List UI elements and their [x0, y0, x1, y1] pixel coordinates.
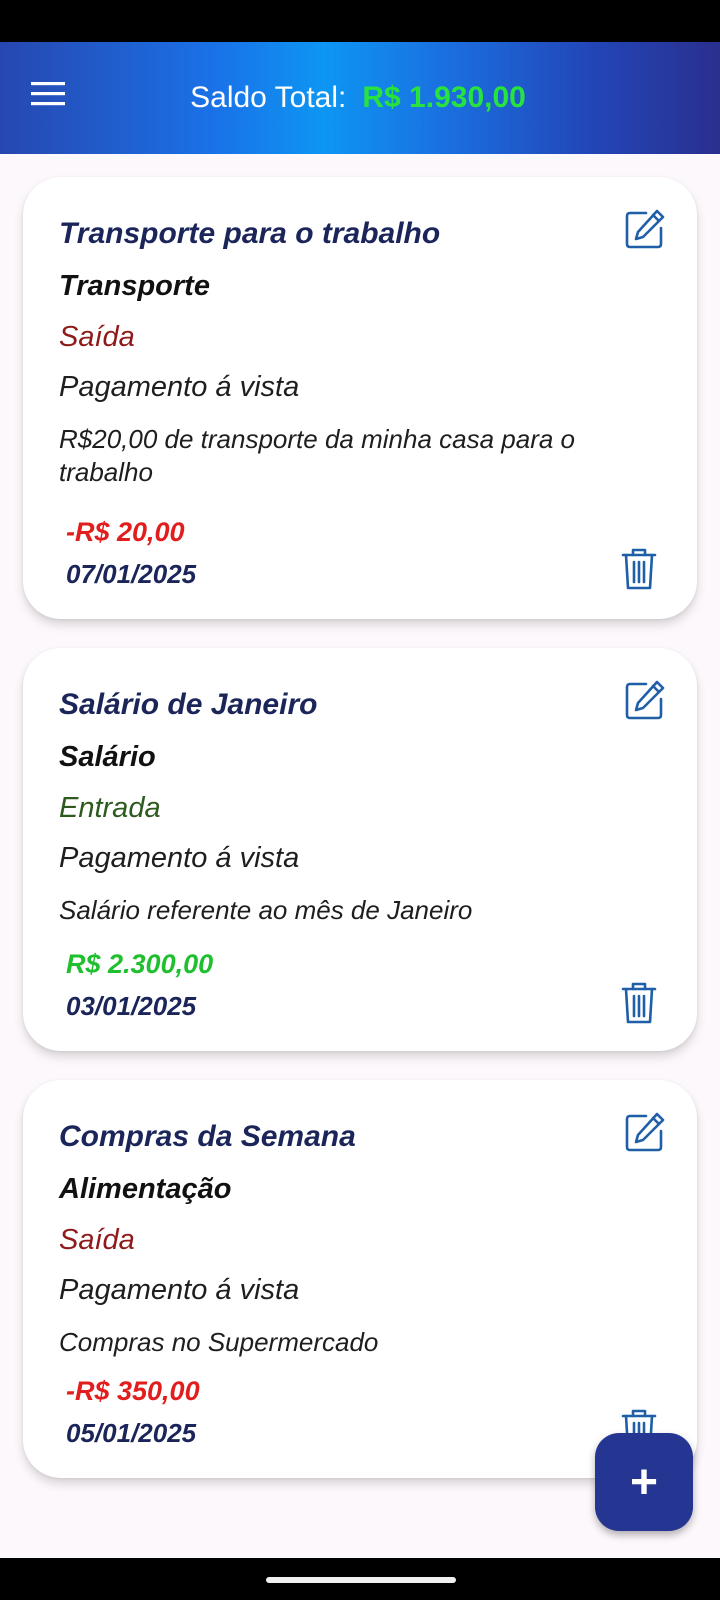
- transaction-category: Salário: [59, 741, 156, 773]
- transaction-card[interactable]: Transporte para o trabalho Transporte Sa…: [23, 177, 697, 619]
- transaction-title: Compras da Semana: [59, 1120, 356, 1153]
- edit-icon: [625, 209, 665, 249]
- transaction-type: Entrada: [59, 792, 161, 824]
- transaction-amount: -R$ 20,00: [66, 517, 185, 547]
- transaction-title: Transporte para o trabalho: [59, 217, 441, 250]
- transaction-amount: R$ 2.300,00: [66, 949, 214, 979]
- trash-icon: [621, 982, 657, 1024]
- transaction-description: Salário referente ao mês de Janeiro: [59, 895, 473, 925]
- edit-icon: [625, 1112, 665, 1152]
- delete-button[interactable]: [617, 544, 661, 594]
- transaction-date: 05/01/2025: [66, 1418, 197, 1448]
- status-bar: [0, 0, 720, 42]
- transaction-category: Alimentação: [59, 1173, 232, 1205]
- transaction-type: Saída: [59, 321, 135, 353]
- transaction-payment: Pagamento á vista: [59, 371, 300, 403]
- edit-button[interactable]: [621, 676, 669, 724]
- transaction-type: Saída: [59, 1224, 135, 1256]
- transaction-category: Transporte: [59, 270, 210, 302]
- add-transaction-button[interactable]: +: [595, 1433, 693, 1531]
- balance-summary: Saldo Total: R$ 1.930,00: [0, 42, 720, 154]
- trash-icon: [621, 548, 657, 590]
- delete-button[interactable]: [617, 978, 661, 1028]
- transaction-payment: Pagamento á vista: [59, 842, 300, 874]
- transaction-payment: Pagamento á vista: [59, 1274, 300, 1306]
- transaction-date: 07/01/2025: [66, 559, 197, 589]
- transaction-card[interactable]: Salário de Janeiro Salário Entrada Pagam…: [23, 648, 697, 1051]
- transaction-title: Salário de Janeiro: [59, 688, 318, 721]
- edit-icon: [625, 680, 665, 720]
- edit-button[interactable]: [621, 1108, 669, 1156]
- app-bar: Saldo Total: R$ 1.930,00: [0, 42, 720, 154]
- transaction-description: R$20,00 de transporte da minha casa para…: [59, 424, 576, 487]
- edit-button[interactable]: [621, 205, 669, 253]
- balance-label: Saldo Total:: [190, 81, 347, 114]
- plus-icon: +: [629, 1455, 659, 1509]
- transaction-amount: -R$ 350,00: [66, 1376, 200, 1406]
- transaction-description: Compras no Supermercado: [59, 1327, 379, 1357]
- transaction-card[interactable]: Compras da Semana Alimentação Saída Paga…: [23, 1080, 697, 1478]
- home-indicator[interactable]: [266, 1577, 456, 1583]
- balance-value: R$ 1.930,00: [362, 81, 526, 114]
- transaction-date: 03/01/2025: [66, 991, 197, 1021]
